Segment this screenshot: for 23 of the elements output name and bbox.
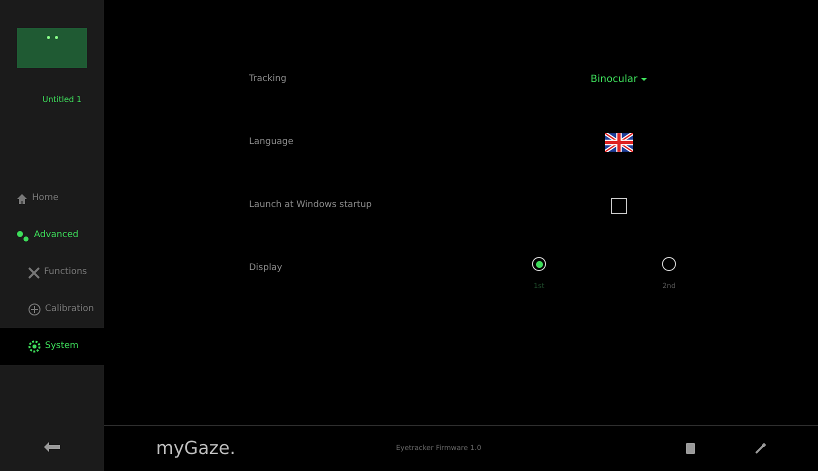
nav-item[interactable]: Home	[0, 180, 104, 217]
home-icon	[16, 192, 28, 204]
tracking-dropdown[interactable]: Binocular	[590, 72, 648, 87]
checkbox[interactable]	[611, 198, 627, 214]
nav-item[interactable]: Advanced	[0, 217, 104, 254]
gears-icon	[16, 230, 30, 242]
caret-icon	[641, 78, 648, 81]
logo: myGaze.	[156, 437, 236, 461]
nav-item[interactable]: Calibration	[0, 291, 104, 328]
gear-icon	[28, 340, 41, 353]
nav-item[interactable]: System	[0, 328, 104, 365]
tools-icon	[28, 266, 40, 278]
profile-name: Untitled 1	[42, 94, 82, 106]
setting-label: Launch at Windows startup	[249, 198, 373, 212]
setting-label: Tracking	[249, 72, 288, 86]
flag-icon[interactable]	[605, 133, 633, 152]
eye-preview	[17, 28, 87, 68]
setting-label: Language	[249, 136, 294, 149]
setting-label: Display	[249, 262, 284, 275]
target-icon	[28, 303, 41, 316]
wand-icon[interactable]	[755, 443, 766, 454]
nav-item[interactable]: Functions	[0, 254, 104, 291]
back-arrow-icon[interactable]	[44, 442, 60, 452]
